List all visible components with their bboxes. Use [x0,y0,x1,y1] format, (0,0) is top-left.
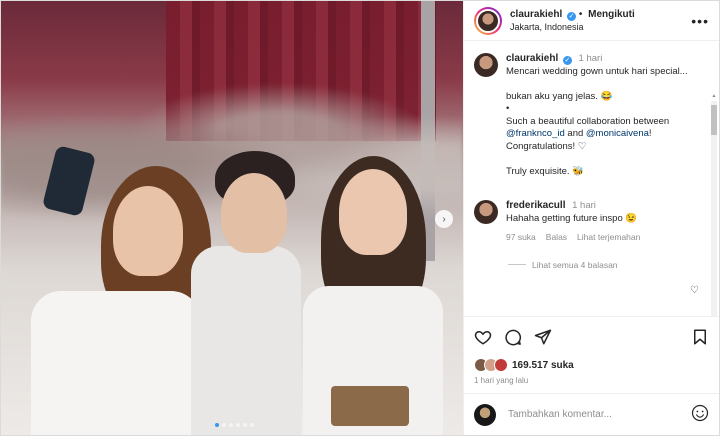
separator-dot: • [578,8,586,20]
smiley-icon[interactable] [691,404,709,425]
add-comment-bar: Tambahkan komentar... [464,393,719,435]
commenter-username[interactable]: frederikacull [506,200,565,211]
caption-username[interactable]: claurakiehl [506,53,558,64]
share-icon[interactable] [534,328,552,346]
story-ring[interactable] [474,6,502,35]
caption-line [506,153,700,166]
man-shirt [191,246,301,435]
follow-status-button[interactable]: Mengikuti [588,9,635,20]
carousel-dot [250,423,254,427]
author-avatar [476,8,500,33]
post-date: 1 hari yang lalu [474,376,529,385]
caption-body: claurakiehl ✓ 1 hari Mencari wedding gow… [506,53,700,178]
location-link[interactable]: Jakarta, Indonesia [510,21,635,33]
comment-likes[interactable]: 97 suka [506,231,536,244]
post-photo[interactable]: › [1,1,463,435]
post-header: claurakiehl ✓ • Mengikuti Jakarta, Indon… [464,1,719,41]
chevron-right-icon: › [442,213,446,225]
verified-badge-icon: ✓ [567,11,577,21]
woman-left-face [113,186,183,276]
view-replies-button[interactable]: Lihat semua 4 balasan [508,260,701,270]
comment-meta: 97 suka Balas Lihat terjemahan [506,231,700,244]
instagram-post: › claurakiehl ✓ • Mengikuti Jakarta, Ind… [0,0,720,436]
comment-input[interactable]: Tambahkan komentar... [508,409,612,420]
verified-badge-icon: ✓ [562,56,572,65]
bookmark-icon[interactable] [691,328,709,346]
caption-time: 1 hari [578,53,603,64]
carousel-dot [215,423,219,427]
likes-summary[interactable]: 169.517 suka [464,356,719,374]
comments-section[interactable]: claurakiehl ✓ 1 hari Mencari wedding gow… [464,41,719,316]
next-image-button[interactable]: › [435,210,453,228]
man-face [221,173,287,253]
caption-text: and [564,128,586,139]
handbag [331,386,409,426]
more-options-icon[interactable]: ••• [691,13,709,29]
reply-button[interactable]: Balas [546,231,567,244]
caption-row: claurakiehl ✓ 1 hari Mencari wedding gow… [474,53,701,178]
mention-link[interactable]: @monicaivena [586,128,649,139]
author-info: claurakiehl ✓ • Mengikuti Jakarta, Indon… [510,9,635,33]
likes-suffix: suka [550,359,574,371]
woman-left-dress [31,291,201,435]
action-bar [464,316,719,356]
caption-line: • [506,103,510,114]
scrollbar-thumb[interactable] [711,105,717,135]
carousel-dot [222,423,226,427]
post-sidebar: claurakiehl ✓ • Mengikuti Jakarta, Indon… [463,1,719,435]
carousel-dot [243,423,247,427]
mention-link[interactable]: @franknco_id [506,128,565,139]
likes-count[interactable]: 169.517 suka [512,360,574,371]
caption-line: bukan aku yang jelas. 😂 [506,90,613,102]
caption-line [506,78,700,91]
liker-avatar [494,358,508,372]
commenter-avatar[interactable] [474,200,498,224]
current-user-avatar [474,403,496,426]
comments-scrollbar[interactable] [711,101,717,316]
carousel-dot [236,423,240,427]
caption-line: Mencari wedding gown untuk hari special.… [506,65,688,77]
carousel-dot [229,423,233,427]
comment-body: frederikacull 1 hari Hahaha getting futu… [506,200,700,244]
scroll-up-arrow-icon[interactable]: ▲ [711,93,717,99]
carousel-indicator [215,423,254,427]
reply-divider-line [508,264,526,265]
comment-like-heart-icon[interactable]: ♡ [690,285,699,296]
comment-time: 1 hari [572,200,596,211]
caption-closing: Truly exquisite. 🐝 [506,165,584,177]
view-replies-label: Lihat semua 4 balasan [532,259,618,270]
comment-icon[interactable] [504,328,522,346]
caption-line: Such a beautiful collaboration between [506,115,670,127]
author-username[interactable]: claurakiehl [510,9,562,20]
woman-right-face [339,169,407,255]
liker-avatars [474,358,508,372]
comment-row: frederikacull 1 hari Hahaha getting futu… [474,200,701,244]
caption-author-avatar[interactable] [474,53,498,77]
translate-button[interactable]: Lihat terjemahan [577,231,640,244]
comment-text: Hahaha getting future inspo 😉 [506,212,638,224]
likes-number: 169.517 [512,359,549,371]
heart-icon[interactable] [474,328,492,346]
